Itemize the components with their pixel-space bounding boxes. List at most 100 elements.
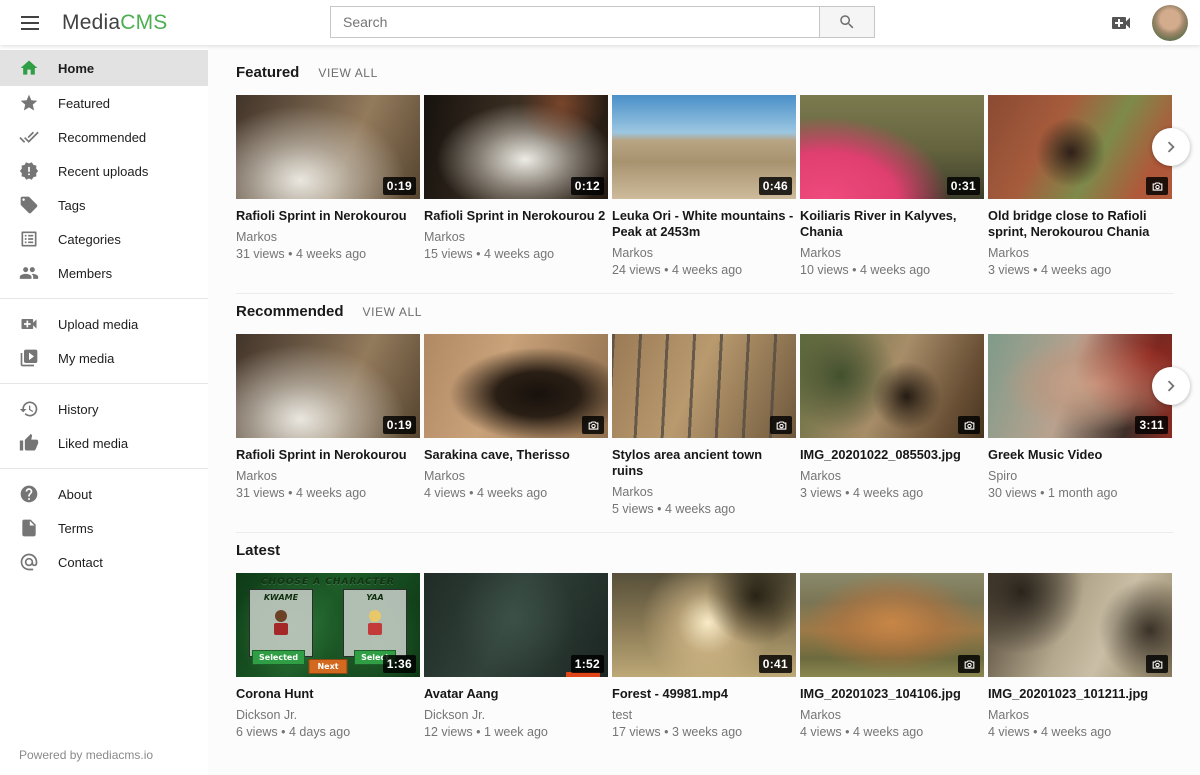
media-title[interactable]: IMG_20201022_085503.jpg bbox=[800, 447, 984, 463]
search-button[interactable] bbox=[819, 6, 875, 38]
sidebar-item-home[interactable]: Home bbox=[0, 50, 208, 86]
media-author[interactable]: Markos bbox=[612, 246, 796, 260]
sidebar-item-my-media[interactable]: My media bbox=[0, 341, 208, 375]
sidebar-item-categories[interactable]: Categories bbox=[0, 222, 208, 256]
media-title[interactable]: Rafioli Sprint in Nerokourou bbox=[236, 447, 420, 463]
media-author[interactable]: Markos bbox=[612, 485, 796, 499]
sidebar-divider bbox=[0, 383, 208, 384]
media-card[interactable]: IMG_20201022_085503.jpg Markos 3 views •… bbox=[800, 334, 984, 516]
next-page-button[interactable] bbox=[1152, 128, 1190, 166]
media-card[interactable]: CHOOSE A CHARACTERKWAMEYAASelectedSelect… bbox=[236, 573, 420, 739]
media-author[interactable]: Markos bbox=[424, 230, 608, 244]
search-input[interactable] bbox=[330, 6, 820, 38]
media-title[interactable]: Sarakina cave, Therisso bbox=[424, 447, 608, 463]
media-card[interactable]: 0:46 Leuka Ori - White mountains - Peak … bbox=[612, 95, 796, 277]
media-card[interactable]: 0:41 Forest - 49981.mp4 test 17 views • … bbox=[612, 573, 796, 739]
media-title[interactable]: Greek Music Video bbox=[988, 447, 1172, 463]
media-card[interactable]: 3:11 Greek Music Video Spiro 30 views • … bbox=[988, 334, 1172, 516]
game-next-button: Next bbox=[308, 659, 347, 674]
media-thumbnail[interactable] bbox=[988, 573, 1172, 677]
sidebar-item-contact[interactable]: Contact bbox=[0, 545, 208, 579]
sidebar-item-featured[interactable]: Featured bbox=[0, 86, 208, 120]
media-card[interactable]: 0:19 Rafioli Sprint in Nerokourou Markos… bbox=[236, 334, 420, 516]
media-thumbnail[interactable]: 0:31 bbox=[800, 95, 984, 199]
media-meta: 4 views • 4 weeks ago bbox=[800, 725, 984, 739]
media-author[interactable]: Markos bbox=[800, 469, 984, 483]
media-thumbnail[interactable] bbox=[424, 334, 608, 438]
media-thumbnail[interactable]: 3:11 bbox=[988, 334, 1172, 438]
media-author[interactable]: Markos bbox=[424, 469, 608, 483]
media-thumbnail[interactable] bbox=[800, 573, 984, 677]
sidebar-item-recent-uploads[interactable]: Recent uploads bbox=[0, 154, 208, 188]
sidebar-item-label: Contact bbox=[58, 555, 103, 570]
media-title[interactable]: Old bridge close to Rafioli sprint, Nero… bbox=[988, 208, 1172, 240]
media-thumbnail[interactable] bbox=[612, 334, 796, 438]
camera-icon bbox=[963, 658, 976, 671]
sidebar-item-upload-media[interactable]: Upload media bbox=[0, 307, 208, 341]
media-meta: 31 views • 4 weeks ago bbox=[236, 486, 420, 500]
media-title[interactable]: Rafioli Sprint in Nerokourou 2 bbox=[424, 208, 608, 224]
media-thumbnail[interactable]: 0:46 bbox=[612, 95, 796, 199]
media-card[interactable]: 0:19 Rafioli Sprint in Nerokourou Markos… bbox=[236, 95, 420, 277]
media-card[interactable]: IMG_20201023_104106.jpg Markos 4 views •… bbox=[800, 573, 984, 739]
media-author[interactable]: Dickson Jr. bbox=[236, 708, 420, 722]
media-thumbnail[interactable]: 0:41 bbox=[612, 573, 796, 677]
media-title[interactable]: Avatar Aang bbox=[424, 686, 608, 702]
media-thumbnail[interactable]: 0:19 bbox=[236, 334, 420, 438]
upload-video-icon[interactable] bbox=[1106, 8, 1136, 38]
media-author[interactable]: Markos bbox=[236, 230, 420, 244]
sidebar-item-history[interactable]: History bbox=[0, 392, 208, 426]
media-title[interactable]: Koiliaris River in Kalyves, Chania bbox=[800, 208, 984, 240]
media-meta: 3 views • 4 weeks ago bbox=[800, 486, 984, 500]
sidebar-item-members[interactable]: Members bbox=[0, 256, 208, 290]
sidebar-item-label: About bbox=[58, 487, 92, 502]
media-author[interactable]: Spiro bbox=[988, 469, 1172, 483]
media-thumbnail[interactable] bbox=[988, 95, 1172, 199]
media-card[interactable]: IMG_20201023_101211.jpg Markos 4 views •… bbox=[988, 573, 1172, 739]
section-featured: Featured VIEW ALL 0:19 Rafioli Sprint in… bbox=[236, 55, 1174, 294]
media-card[interactable]: Stylos area ancient town ruins Markos 5 … bbox=[612, 334, 796, 516]
chevron-right-icon bbox=[1160, 375, 1182, 397]
view-all-link[interactable]: VIEW ALL bbox=[318, 66, 378, 80]
media-title[interactable]: IMG_20201023_104106.jpg bbox=[800, 686, 984, 702]
sidebar-item-tags[interactable]: Tags bbox=[0, 188, 208, 222]
next-page-button[interactable] bbox=[1152, 367, 1190, 405]
media-thumbnail[interactable]: 0:12 bbox=[424, 95, 608, 199]
media-author[interactable]: Markos bbox=[236, 469, 420, 483]
media-thumbnail[interactable]: CHOOSE A CHARACTERKWAMEYAASelectedSelect… bbox=[236, 573, 420, 677]
duration-badge: 0:46 bbox=[759, 177, 792, 195]
media-thumbnail[interactable]: 0:19 bbox=[236, 95, 420, 199]
media-author[interactable]: Markos bbox=[988, 708, 1172, 722]
media-title[interactable]: IMG_20201023_101211.jpg bbox=[988, 686, 1172, 702]
sidebar-item-about[interactable]: About bbox=[0, 477, 208, 511]
media-thumbnail[interactable] bbox=[800, 334, 984, 438]
media-thumbnail[interactable]: 1:52 bbox=[424, 573, 608, 677]
user-avatar[interactable] bbox=[1152, 5, 1188, 41]
sidebar-item-terms[interactable]: Terms bbox=[0, 511, 208, 545]
media-meta: 30 views • 1 month ago bbox=[988, 486, 1172, 500]
sidebar-item-label: Upload media bbox=[58, 317, 138, 332]
media-author[interactable]: Markos bbox=[800, 708, 984, 722]
media-title[interactable]: Rafioli Sprint in Nerokourou bbox=[236, 208, 420, 224]
sidebar-item-label: History bbox=[58, 402, 98, 417]
media-author[interactable]: test bbox=[612, 708, 796, 722]
sidebar-item-liked-media[interactable]: Liked media bbox=[0, 426, 208, 460]
media-title[interactable]: Corona Hunt bbox=[236, 686, 420, 702]
media-card[interactable]: 0:31 Koiliaris River in Kalyves, Chania … bbox=[800, 95, 984, 277]
media-author[interactable]: Markos bbox=[800, 246, 984, 260]
menu-icon[interactable] bbox=[10, 7, 50, 39]
media-card[interactable]: Old bridge close to Rafioli sprint, Nero… bbox=[988, 95, 1172, 277]
sidebar-item-label: Members bbox=[58, 266, 112, 281]
view-all-link[interactable]: VIEW ALL bbox=[363, 305, 423, 319]
camera-icon bbox=[1151, 658, 1164, 671]
media-author[interactable]: Markos bbox=[988, 246, 1172, 260]
media-title[interactable]: Leuka Ori - White mountains - Peak at 24… bbox=[612, 208, 796, 240]
media-card[interactable]: Sarakina cave, Therisso Markos 4 views •… bbox=[424, 334, 608, 516]
app-logo[interactable]: MediaCMS bbox=[62, 11, 167, 35]
media-author[interactable]: Dickson Jr. bbox=[424, 708, 608, 722]
media-card[interactable]: 0:12 Rafioli Sprint in Nerokourou 2 Mark… bbox=[424, 95, 608, 277]
media-title[interactable]: Forest - 49981.mp4 bbox=[612, 686, 796, 702]
media-title[interactable]: Stylos area ancient town ruins bbox=[612, 447, 796, 479]
sidebar-item-recommended[interactable]: Recommended bbox=[0, 120, 208, 154]
media-card[interactable]: 1:52 Avatar Aang Dickson Jr. 12 views • … bbox=[424, 573, 608, 739]
